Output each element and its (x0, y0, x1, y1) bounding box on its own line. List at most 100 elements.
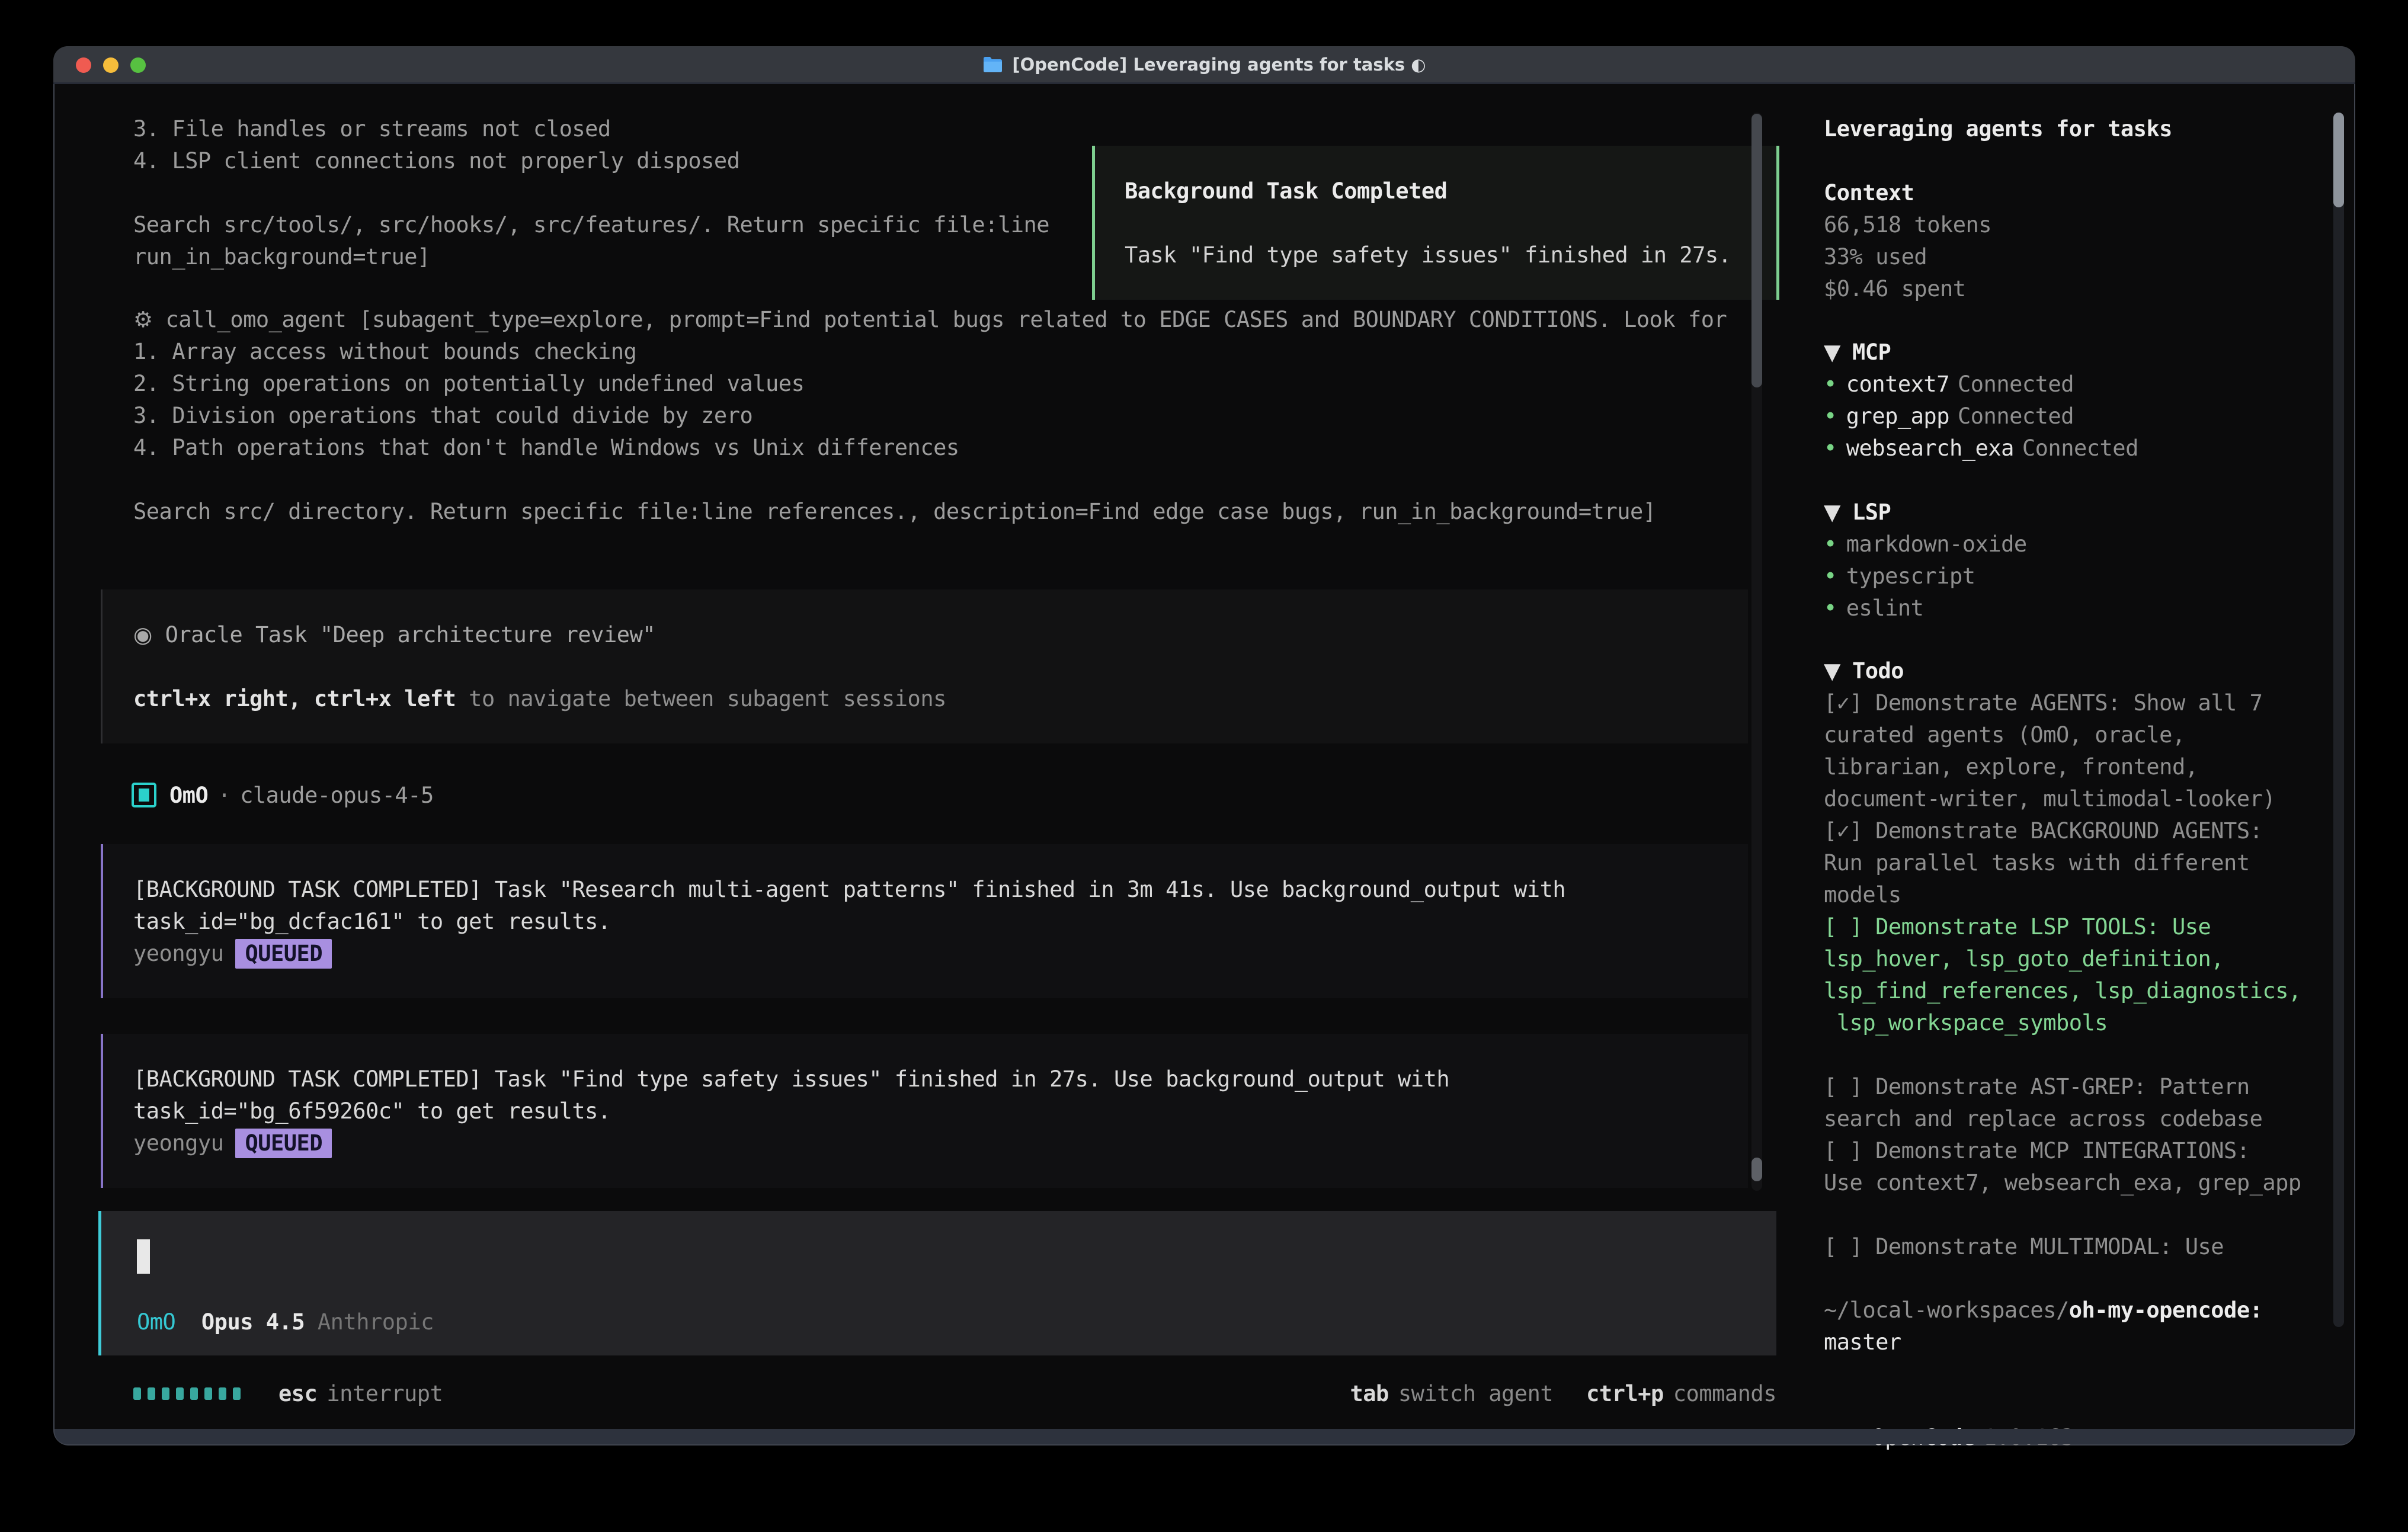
todo-line-active: lsp_find_references, lsp_diagnostics, (1824, 975, 2301, 1007)
mcp-item: • context7 Connected (1824, 368, 2138, 400)
workspace-repo: oh-my-opencode: (2069, 1297, 2263, 1323)
mcp-item-name: grep_app (1846, 403, 1949, 429)
terminal-line: run_in_background=true] (133, 241, 1049, 273)
sidebar-session-title: Leveraging agents for tasks (1824, 113, 2172, 145)
esc-key-label: interrupt (326, 1381, 443, 1406)
task-message-line: task_id="bg_dcfac161" to get results. (133, 906, 611, 938)
todo-line: search and replace across codebase (1824, 1103, 2301, 1135)
notification-body: Task "Find type safety issues" finished … (1125, 239, 1731, 271)
mcp-section-header[interactable]: ▼MCP (1824, 336, 2138, 368)
workspace-path: ~/local-workspaces/ (1824, 1297, 2069, 1323)
task-message-line: task_id="bg_6f59260c" to get results. (133, 1095, 611, 1127)
sidebar-scrollbar-track[interactable] (2333, 113, 2344, 1327)
terminal-scrollback: 3. File handles or streams not closed 4.… (133, 113, 1049, 273)
agent-header: OmO · claude-opus-4-5 (132, 779, 434, 811)
todo-section-header[interactable]: ▼Todo (1824, 655, 2301, 687)
bullet-dot-icon: • (1824, 371, 1837, 397)
task-message-line: [BACKGROUND TASK COMPLETED] Task "Resear… (133, 874, 1565, 906)
input-model-name: Opus 4.5 (201, 1309, 305, 1335)
tab-key-hint: tab (1350, 1381, 1388, 1406)
status-badge: QUEUED (235, 1129, 332, 1158)
input-agent-name: OmO (137, 1309, 175, 1335)
todo-line: [✓] Demonstrate AGENTS: Show all 7 (1824, 687, 2301, 719)
input-meta: OmO Opus 4.5 Anthropic (137, 1306, 434, 1338)
status-badge: QUEUED (235, 939, 332, 969)
bullet-dot-icon: • (1824, 563, 1837, 589)
sidebar-workspace: ~/local-workspaces/oh-my-opencode: maste… (1824, 1294, 2262, 1358)
tool-call-text: call_omo_agent [subagent_type=explore, p… (165, 307, 1727, 332)
keyboard-hint-text: to navigate between subagent sessions (456, 686, 946, 711)
mcp-heading: MCP (1852, 339, 1891, 365)
context-heading: Context (1824, 177, 1991, 209)
agent-name: OmO (169, 783, 208, 808)
terminal-line: Search src/tools/, src/hooks/, src/featu… (133, 209, 1049, 241)
terminal-line: 2. String operations on potentially unde… (133, 368, 1727, 400)
session-icon: ◉ (133, 622, 152, 648)
background-task-message: [BACKGROUND TASK COMPLETED] Task "Find t… (101, 1034, 1748, 1188)
mcp-item: •websearch_exaConnected (1824, 432, 2138, 464)
todo-line (1824, 1039, 2301, 1071)
context-tokens: 66,518 tokens (1824, 209, 1991, 241)
bullet-dot-icon: • (1824, 403, 1837, 429)
todo-line: [ ] Demonstrate AST-GREP: Pattern (1824, 1071, 2301, 1103)
lsp-item: • eslint (1824, 592, 2027, 624)
task-message-line: [BACKGROUND TASK COMPLETED] Task "Find t… (133, 1063, 1449, 1095)
terminal-line: 3. File handles or streams not closed (133, 113, 1049, 145)
gear-icon: ⚙ (133, 307, 153, 332)
context-used: 33% used (1824, 241, 1991, 273)
mcp-item-status: Connected (1958, 371, 2074, 397)
mcp-item: • grep_app Connected (1824, 400, 2138, 432)
terminal-line: Search src/ directory. Return specific f… (133, 496, 1727, 528)
background-task-message: [BACKGROUND TASK COMPLETED] Task "Resear… (101, 844, 1748, 998)
todo-line: document-writer, multimodal-looker) (1824, 783, 2301, 815)
folder-icon (982, 56, 1003, 73)
window-title: [OpenCode] Leveraging agents for tasks ◐ (53, 46, 2355, 82)
window-bottom-strip (55, 1429, 2354, 1444)
terminal-line (133, 177, 1049, 209)
prompt-input[interactable]: OmO Opus 4.5 Anthropic (98, 1211, 1776, 1355)
todo-line: [ ] Demonstrate MULTIMODAL: Use (1824, 1231, 2301, 1263)
todo-line (1824, 1199, 2301, 1231)
todo-line: models (1824, 879, 2301, 911)
lsp-item-name: typescript (1846, 563, 1975, 589)
sidebar-lsp-section: ▼ LSP • markdown-oxide • typescript • eslint (1824, 496, 2027, 624)
lsp-heading: LSP (1852, 499, 1891, 525)
lsp-item: • typescript (1824, 560, 2027, 592)
interrupt-progress-dots (133, 1387, 241, 1400)
sidebar-scrollbar-thumb[interactable] (2333, 113, 2344, 207)
task-author: yeongyu (133, 941, 223, 966)
lsp-section-header[interactable]: ▼ LSP (1824, 496, 2027, 528)
todo-line: Run parallel tasks with different (1824, 847, 2301, 879)
terminal-line: 4. Path operations that don't handle Win… (133, 432, 1727, 464)
sidebar-todo-section: ▼Todo [✓] Demonstrate AGENTS: Show all 7… (1824, 655, 2301, 1263)
main-scrollbar-thumb[interactable] (1751, 114, 1762, 387)
notification-title: Background Task Completed (1125, 175, 1447, 207)
task-author: yeongyu (133, 1130, 223, 1156)
bullet-dot-icon: • (1824, 435, 1837, 461)
bullet-dot-icon: • (1824, 595, 1837, 621)
tool-call-header: ⚙ call_omo_agent [subagent_type=explore,… (133, 304, 1727, 336)
todo-line-active: lsp_workspace_symbols (1824, 1007, 2301, 1039)
mcp-item-status: Connected (2022, 435, 2138, 461)
ctrl-p-key-hint: ctrl+p (1586, 1381, 1664, 1406)
terminal-line: 3. Division operations that could divide… (133, 400, 1727, 432)
tool-call-block: ⚙ call_omo_agent [subagent_type=explore,… (133, 304, 1727, 528)
todo-line: curated agents (OmO, oracle, (1824, 719, 2301, 751)
main-scrollbar-end[interactable] (1751, 1158, 1762, 1181)
lsp-item-name: markdown-oxide (1846, 531, 2027, 557)
subagent-session-card[interactable]: ◉ Oracle Task "Deep architecture review"… (101, 589, 1748, 743)
terminal-line: 4. LSP client connections not properly d… (133, 145, 1049, 177)
todo-line: [✓] Demonstrate BACKGROUND AGENTS: (1824, 815, 2301, 847)
lsp-item-name: eslint (1846, 595, 1924, 621)
mcp-item-status: Connected (1958, 403, 2074, 429)
sidebar-context-section: Context 66,518 tokens 33% used $0.46 spe… (1824, 177, 1991, 305)
notification-toast: Background Task Completed Task "Find typ… (1092, 146, 1779, 300)
mcp-item-name: context7 (1846, 371, 1949, 397)
todo-line-active: [ ] Demonstrate LSP TOOLS: Use (1824, 911, 2301, 943)
title-bar[interactable]: [OpenCode] Leveraging agents for tasks ◐ (53, 46, 2355, 84)
collapse-triangle-icon: ▼ (1824, 499, 1840, 525)
agent-model: claude-opus-4-5 (240, 783, 434, 808)
todo-line: [ ] Demonstrate MCP INTEGRATIONS: (1824, 1135, 2301, 1167)
tab-key-label: switch agent (1398, 1381, 1553, 1406)
subagent-session-title: Oracle Task "Deep architecture review" (165, 622, 655, 648)
